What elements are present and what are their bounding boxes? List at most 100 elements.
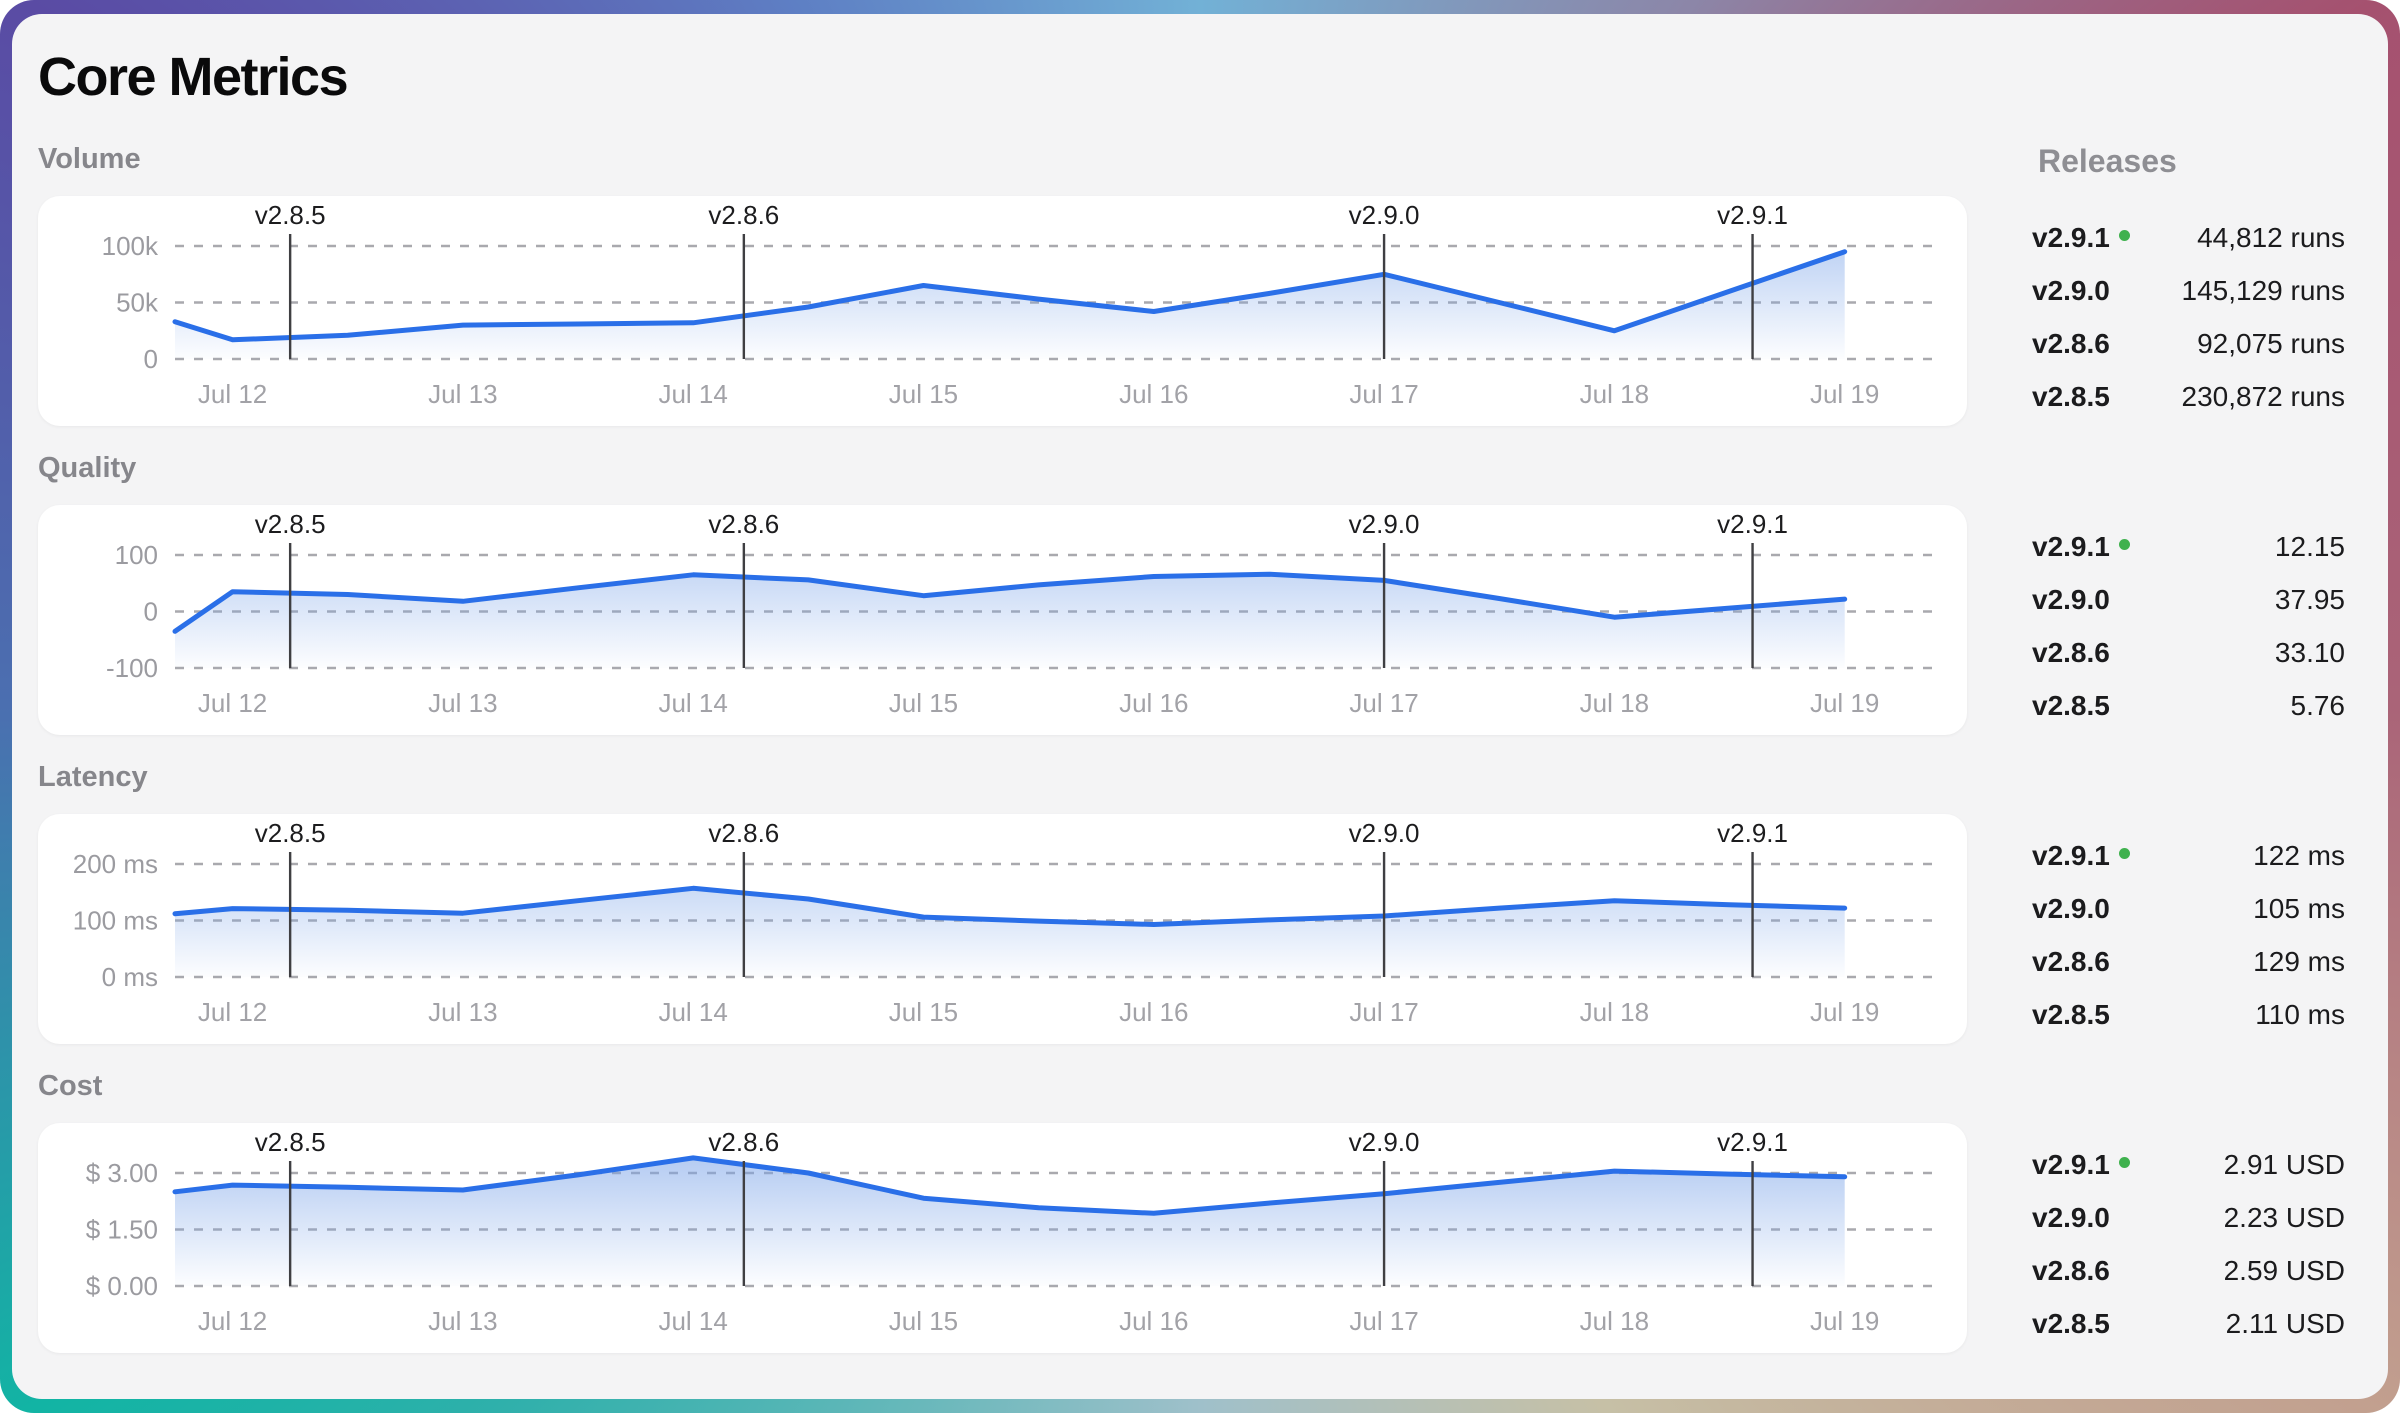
quality-x-tick-label: Jul 13 — [428, 688, 497, 718]
release-version-label: v2.8.6 — [2032, 328, 2110, 360]
quality-y-tick-label: -100 — [106, 653, 158, 683]
cost-chart-card: $ 3.00$ 1.50$ 0.00v2.8.5v2.8.6v2.9.0v2.9… — [38, 1123, 1967, 1353]
volume-stats-row-v2.8.5: v2.8.5 230,872 runs — [2032, 370, 2345, 423]
quality-x-tick-label: Jul 17 — [1349, 688, 1418, 718]
quality-section-label: Quality — [38, 454, 1967, 483]
version-wrap: v2.9.0 — [2032, 1202, 2110, 1234]
latency-x-tick-label: Jul 19 — [1810, 997, 1879, 1027]
release-marker-label-v2.9.1: v2.9.1 — [1717, 509, 1788, 539]
quality-stats-column: v2.9.112.15v2.9.037.95v2.8.633.10v2.8.55… — [2032, 454, 2345, 735]
cost-y-tick-label: $ 0.00 — [86, 1271, 158, 1301]
volume-release-value: 44,812 runs — [2197, 222, 2345, 254]
release-marker-label-v2.8.6: v2.8.6 — [708, 509, 779, 539]
release-version-label: v2.8.6 — [2032, 1255, 2110, 1287]
dashboard-panel: Core Metrics Volume100k50k0v2.8.5v2.8.6v… — [12, 14, 2388, 1399]
volume-release-value: 230,872 runs — [2182, 381, 2345, 413]
release-marker-label-v2.8.5: v2.8.5 — [255, 1127, 326, 1157]
release-version-label: v2.9.1 — [2032, 840, 2110, 872]
gradient-frame: Core Metrics Volume100k50k0v2.8.5v2.8.6v… — [0, 0, 2400, 1413]
latency-x-tick-label: Jul 12 — [198, 997, 267, 1027]
cost-x-tick-label: Jul 12 — [198, 1306, 267, 1336]
volume-stats-row-v2.8.6: v2.8.6 92,075 runs — [2032, 317, 2345, 370]
volume-section-label: Volume — [38, 145, 1967, 174]
quality-stats-row-v2.9.0: v2.9.037.95 — [2032, 573, 2345, 626]
cost-chart-column: Cost$ 3.00$ 1.50$ 0.00v2.8.5v2.8.6v2.9.0… — [38, 1072, 1967, 1353]
releases-header: Releases — [2038, 145, 2177, 177]
latency-stats-row-v2.9.0: v2.9.0105 ms — [2032, 882, 2345, 935]
cost-release-value: 2.91 USD — [2224, 1149, 2345, 1181]
volume-stats-column: Releases v2.9.1 44,812 runs v2.9.0 145,129 r… — [2032, 145, 2345, 426]
release-marker-label-v2.8.5: v2.8.5 — [255, 200, 326, 230]
latency-x-tick-label: Jul 14 — [658, 997, 727, 1027]
latency-release-value: 129 ms — [2253, 946, 2345, 978]
volume-x-tick-label: Jul 13 — [428, 379, 497, 409]
volume-x-tick-label: Jul 14 — [658, 379, 727, 409]
latency-x-tick-label: Jul 13 — [428, 997, 497, 1027]
release-marker-label-v2.8.6: v2.8.6 — [708, 200, 779, 230]
quality-chart: 1000-100v2.8.5v2.8.6v2.9.0v2.9.1Jul 12Ju… — [38, 505, 1967, 735]
quality-stats-row-v2.8.5: v2.8.55.76 — [2032, 679, 2345, 732]
release-marker-label-v2.8.6: v2.8.6 — [708, 818, 779, 848]
release-version-label: v2.9.1 — [2032, 222, 2110, 254]
quality-chart-column: Quality1000-100v2.8.5v2.8.6v2.9.0v2.9.1J… — [38, 454, 1967, 735]
release-marker-label-v2.9.1: v2.9.1 — [1717, 818, 1788, 848]
release-version-label: v2.8.5 — [2032, 690, 2110, 722]
volume-release-value: 145,129 runs — [2182, 275, 2345, 307]
quality-x-tick-label: Jul 19 — [1810, 688, 1879, 718]
version-wrap: v2.9.0 — [2032, 893, 2110, 925]
version-wrap: v2.8.5 — [2032, 381, 2110, 413]
cost-stats-row-v2.8.5: v2.8.5 2.11 USD — [2032, 1297, 2345, 1350]
cost-release-value: 2.11 USD — [2226, 1308, 2345, 1340]
release-version-label: v2.8.6 — [2032, 637, 2110, 669]
cost-chart: $ 3.00$ 1.50$ 0.00v2.8.5v2.8.6v2.9.0v2.9… — [38, 1123, 1967, 1353]
release-marker-label-v2.9.1: v2.9.1 — [1717, 200, 1788, 230]
latency-stats-column: v2.9.1122 msv2.9.0105 msv2.8.6129 msv2.8… — [2032, 763, 2345, 1044]
version-wrap: v2.8.6 — [2032, 637, 2110, 669]
page-title: Core Metrics — [38, 50, 2345, 105]
volume-x-tick-label: Jul 16 — [1119, 379, 1188, 409]
latency-stats-row-v2.8.6: v2.8.6 129 ms — [2032, 935, 2345, 988]
quality-x-tick-label: Jul 14 — [658, 688, 727, 718]
latency-chart-card: 200 ms100 ms0 msv2.8.5v2.8.6v2.9.0v2.9.1… — [38, 814, 1967, 1044]
latency-release-value: 122 ms — [2253, 840, 2345, 872]
current-release-dot-icon — [2119, 1157, 2130, 1168]
release-marker-label-v2.9.0: v2.9.0 — [1349, 1127, 1420, 1157]
version-wrap: v2.8.5 — [2032, 1308, 2110, 1340]
release-version-label: v2.9.0 — [2032, 893, 2110, 925]
volume-release-value: 92,075 runs — [2197, 328, 2345, 360]
version-wrap: v2.9.1 — [2032, 531, 2130, 563]
volume-chart-column: Volume100k50k0v2.8.5v2.8.6v2.9.0v2.9.1Ju… — [38, 145, 1967, 426]
volume-chart: 100k50k0v2.8.5v2.8.6v2.9.0v2.9.1Jul 12Ju… — [38, 196, 1967, 426]
quality-x-tick-label: Jul 18 — [1580, 688, 1649, 718]
volume-y-tick-label: 100k — [102, 231, 159, 261]
cost-y-tick-label: $ 3.00 — [86, 1158, 158, 1188]
quality-x-tick-label: Jul 15 — [889, 688, 958, 718]
cost-stats-row-v2.9.1: v2.9.12.91 USD — [2032, 1138, 2345, 1191]
release-marker-label-v2.9.0: v2.9.0 — [1349, 200, 1420, 230]
version-wrap: v2.8.6 — [2032, 946, 2110, 978]
volume-series-area — [175, 252, 1845, 359]
quality-y-tick-label: 100 — [115, 540, 158, 570]
quality-stats-row-v2.8.6: v2.8.633.10 — [2032, 626, 2345, 679]
latency-release-value: 110 ms — [2255, 999, 2345, 1031]
cost-stats-column: v2.9.12.91 USDv2.9.02.23 USDv2.8.62.59 U… — [2032, 1072, 2345, 1353]
volume-x-tick-label: Jul 18 — [1580, 379, 1649, 409]
release-marker-label-v2.8.6: v2.8.6 — [708, 1127, 779, 1157]
quality-stats-row-v2.9.1: v2.9.112.15 — [2032, 520, 2345, 573]
version-wrap: v2.9.1 — [2032, 222, 2130, 254]
cost-section-label: Cost — [38, 1072, 1967, 1101]
release-version-label: v2.8.5 — [2032, 999, 2110, 1031]
version-wrap: v2.9.0 — [2032, 275, 2110, 307]
release-version-label: v2.9.1 — [2032, 531, 2110, 563]
cost-x-tick-label: Jul 17 — [1349, 1306, 1418, 1336]
version-wrap: v2.8.5 — [2032, 690, 2110, 722]
release-marker-label-v2.8.5: v2.8.5 — [255, 818, 326, 848]
version-wrap: v2.8.5 — [2032, 999, 2110, 1031]
section-volume: Volume100k50k0v2.8.5v2.8.6v2.9.0v2.9.1Ju… — [38, 145, 2345, 426]
quality-y-tick-label: 0 — [144, 597, 158, 627]
release-marker-label-v2.9.0: v2.9.0 — [1349, 818, 1420, 848]
release-version-label: v2.8.6 — [2032, 946, 2110, 978]
release-marker-label-v2.9.0: v2.9.0 — [1349, 509, 1420, 539]
cost-release-value: 2.23 USD — [2224, 1202, 2345, 1234]
latency-x-tick-label: Jul 17 — [1349, 997, 1418, 1027]
